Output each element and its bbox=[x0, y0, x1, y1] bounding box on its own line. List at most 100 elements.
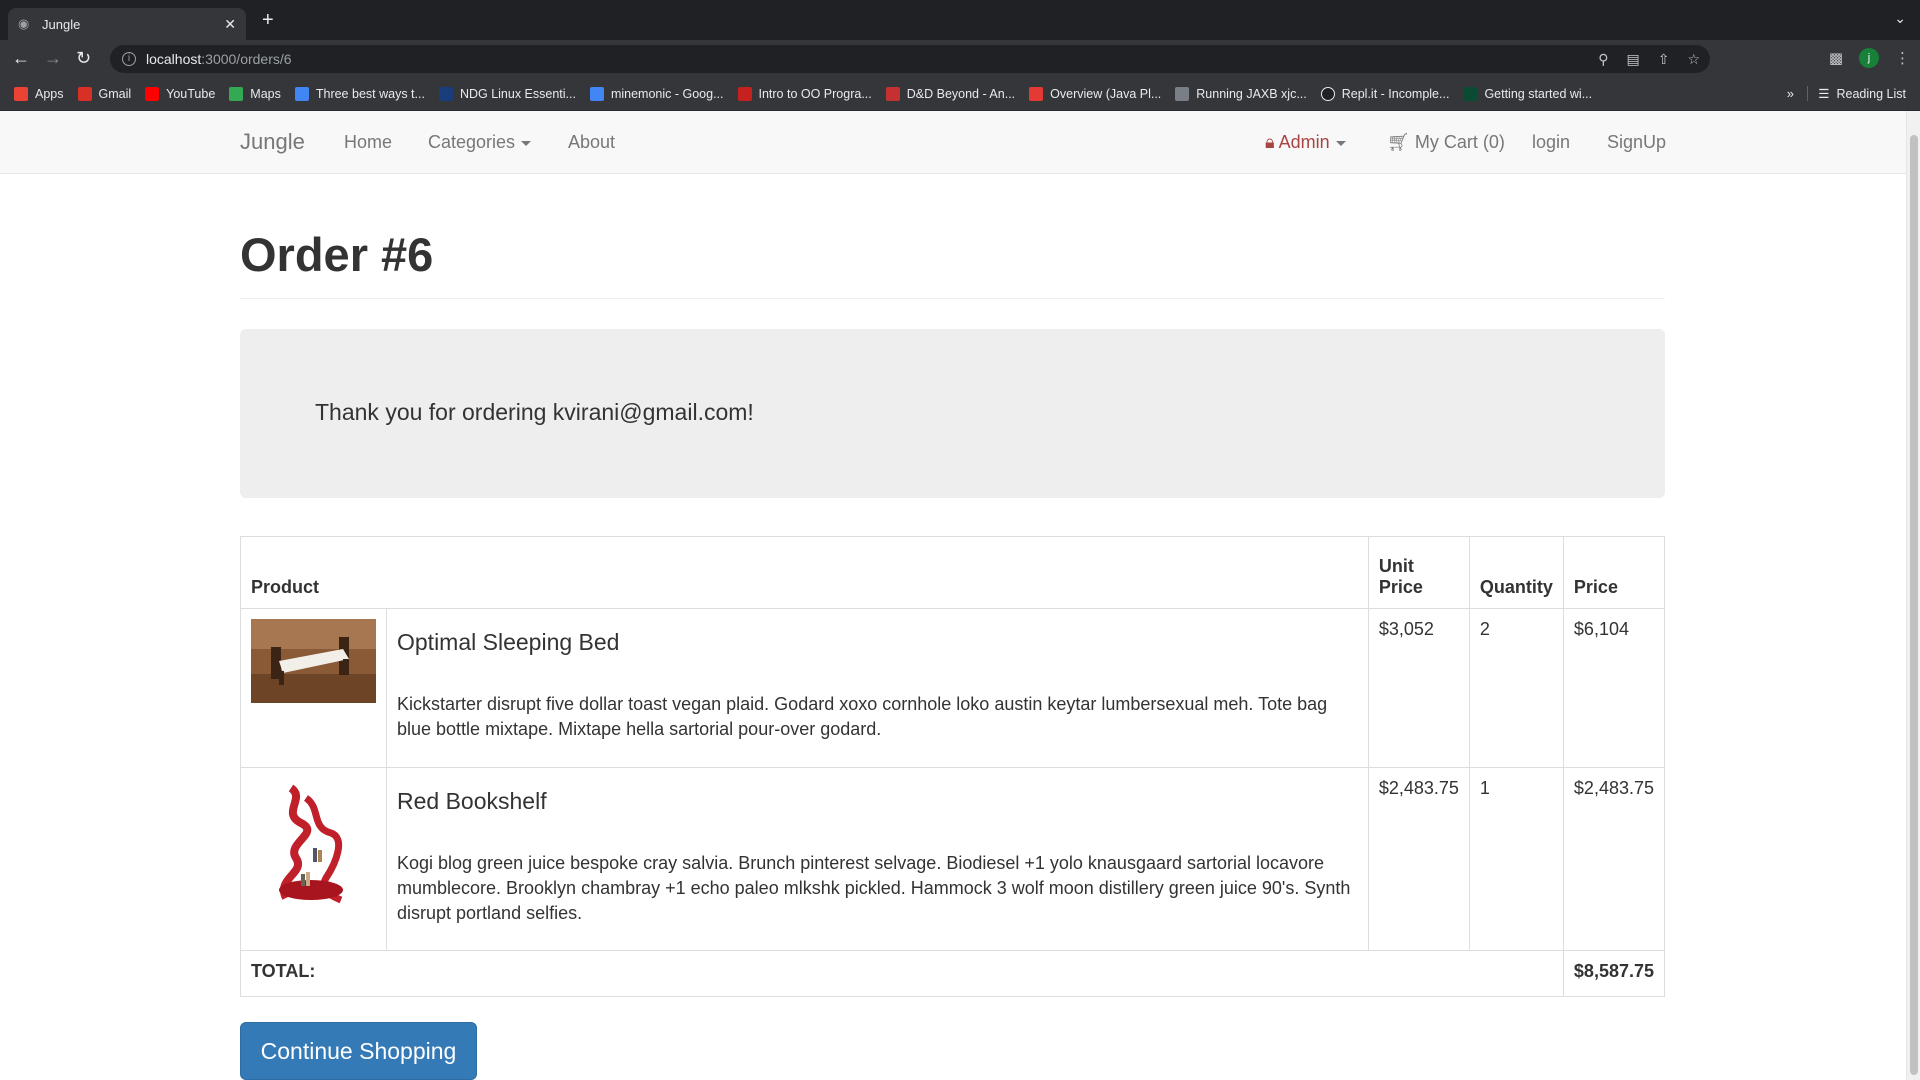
nav-categories-dropdown[interactable]: Categories bbox=[428, 132, 532, 153]
profile-avatar[interactable]: j bbox=[1859, 48, 1879, 68]
bookmark-label: D&D Beyond - An... bbox=[906, 87, 1016, 101]
header-unit-price: Unit Price bbox=[1367, 536, 1470, 609]
bookmark-item[interactable]: minemonic - Goog... bbox=[589, 87, 724, 101]
quantity-cell: 1 bbox=[1468, 767, 1564, 951]
bookmark-item[interactable]: YouTube bbox=[145, 87, 215, 101]
bookmark-label: Intro to OO Progra... bbox=[758, 87, 872, 101]
continue-shopping-button[interactable]: Continue Shopping bbox=[240, 1022, 477, 1080]
globe-icon: ◉ bbox=[18, 16, 30, 31]
docs-icon bbox=[294, 87, 309, 101]
back-arrow-icon[interactable]: ← bbox=[12, 48, 30, 68]
nav-about-link[interactable]: About bbox=[568, 132, 615, 153]
forward-arrow-icon[interactable]: → bbox=[44, 48, 62, 68]
kebab-menu-icon[interactable]: ⋮ bbox=[1895, 49, 1910, 67]
bookmark-label: Three best ways t... bbox=[315, 87, 425, 101]
nav-home-link[interactable]: Home bbox=[344, 132, 392, 153]
admin-label: Admin bbox=[1278, 132, 1330, 152]
product-details-cell: Optimal Sleeping Bed Kickstarter disrupt… bbox=[386, 608, 1369, 768]
reading-list-label: Reading List bbox=[1836, 86, 1907, 101]
browser-toolbar: ← → ↻ i localhost:3000/orders/6 ⚲ ▤ ⇧ ☆ … bbox=[0, 40, 1920, 78]
header-price: Price bbox=[1562, 536, 1666, 609]
bookmark-label: Running JAXB xjc... bbox=[1196, 87, 1307, 101]
bookmark-label: NDG Linux Essenti... bbox=[459, 87, 576, 101]
bookmark-label: YouTube bbox=[166, 87, 216, 101]
bookmark-item[interactable]: Intro to OO Progra... bbox=[737, 87, 872, 101]
bookmark-item[interactable]: Gmail bbox=[77, 87, 131, 101]
site-info-icon[interactable]: i bbox=[122, 52, 136, 66]
nav-signup-link[interactable]: SignUp bbox=[1607, 132, 1666, 153]
order-table: Product Unit Price Quantity Price Optima… bbox=[240, 536, 1666, 997]
docs-icon bbox=[589, 87, 604, 101]
page-content: Jungle Home Categories About 🔒︎ Admin 🛒︎… bbox=[0, 111, 1906, 1080]
more-bookmarks-icon[interactable]: » bbox=[1787, 86, 1794, 101]
share-icon[interactable]: ⇧ bbox=[1658, 51, 1670, 68]
unit-price-cell: $3,052 bbox=[1367, 608, 1470, 768]
replit-icon bbox=[1320, 87, 1335, 101]
address-bar[interactable]: i localhost:3000/orders/6 ⚲ ▤ ⇧ ☆ bbox=[110, 45, 1710, 73]
bookmark-item[interactable]: Apps bbox=[14, 87, 64, 101]
unit-price-cell: $2,483.75 bbox=[1367, 767, 1470, 951]
nav-admin-dropdown[interactable]: 🔒︎ Admin bbox=[1265, 132, 1346, 153]
chevron-down-icon[interactable]: ⌄ bbox=[1894, 10, 1906, 27]
price-cell: $6,104 bbox=[1562, 608, 1666, 768]
django-icon bbox=[1463, 87, 1478, 101]
lock-icon: 🔒︎ bbox=[1265, 132, 1275, 152]
brand-link[interactable]: Jungle bbox=[240, 129, 305, 155]
bookmark-label: Maps bbox=[250, 87, 281, 101]
scrollbar-thumb[interactable] bbox=[1910, 135, 1918, 1075]
url-path: :3000/orders/6 bbox=[201, 51, 292, 67]
bookmark-item[interactable]: Getting started wi... bbox=[1463, 87, 1592, 101]
page-header: Order #6 bbox=[240, 227, 1665, 299]
bookshelf-photo bbox=[251, 778, 376, 908]
product-name: Optimal Sleeping Bed bbox=[397, 629, 620, 655]
page-scrollbar[interactable] bbox=[1906, 111, 1920, 1080]
new-tab-icon[interactable]: + bbox=[262, 10, 274, 30]
price-cell: $2,483.75 bbox=[1562, 767, 1666, 951]
bookmark-item[interactable]: Three best ways t... bbox=[294, 87, 425, 101]
youtube-icon bbox=[145, 87, 160, 101]
extension-area: ▩ j ⋮ bbox=[1829, 48, 1910, 68]
quantity-cell: 2 bbox=[1468, 608, 1564, 768]
bookmark-item[interactable]: Maps bbox=[229, 87, 281, 101]
product-details-cell: Red Bookshelf Kogi blog green juice besp… bbox=[386, 767, 1369, 951]
bookmark-item[interactable]: Repl.it - Incomple... bbox=[1320, 87, 1450, 101]
total-row: TOTAL: $8,587.75 bbox=[240, 950, 1666, 997]
close-tab-icon[interactable]: ✕ bbox=[224, 16, 236, 33]
bookmark-item[interactable]: D&D Beyond - An... bbox=[885, 87, 1016, 101]
header-quantity: Quantity bbox=[1468, 536, 1564, 609]
total-value: $8,587.75 bbox=[1562, 950, 1666, 997]
star-icon[interactable]: ☆ bbox=[1687, 51, 1700, 68]
caret-down-icon bbox=[521, 140, 532, 146]
bookmark-item[interactable]: NDG Linux Essenti... bbox=[438, 87, 576, 101]
browser-tab[interactable]: ◉ Jungle ✕ bbox=[8, 8, 246, 40]
reading-list-icon: ☰ bbox=[1818, 87, 1830, 101]
zoom-icon[interactable]: ⚲ bbox=[1598, 51, 1608, 68]
caret-down-icon bbox=[1335, 140, 1346, 146]
nav-login-link[interactable]: login bbox=[1532, 132, 1570, 153]
extensions-puzzle-icon[interactable]: ▩ bbox=[1829, 49, 1843, 67]
gmail-icon bbox=[77, 87, 92, 101]
bookmark-label: Apps bbox=[35, 87, 64, 101]
reload-icon[interactable]: ↻ bbox=[76, 48, 91, 68]
maps-icon bbox=[229, 87, 244, 101]
browser-tab-strip: ◉ Jungle ✕ + ⌄ bbox=[0, 0, 1920, 40]
omnibox-actions: ⚲ ▤ ⇧ ☆ bbox=[1598, 51, 1700, 68]
nav-cart-link[interactable]: 🛒︎ My Cart (0) bbox=[1387, 132, 1505, 153]
url-host: localhost bbox=[146, 51, 202, 67]
table-row: Red Bookshelf Kogi blog green juice besp… bbox=[240, 767, 1666, 951]
categories-label: Categories bbox=[428, 132, 516, 152]
product-name: Red Bookshelf bbox=[397, 788, 547, 814]
thank-you-message: Thank you for ordering kvirani@gmail.com… bbox=[315, 399, 754, 425]
bookmark-item[interactable]: Overview (Java Pl... bbox=[1029, 87, 1161, 101]
table-row: Optimal Sleeping Bed Kickstarter disrupt… bbox=[240, 608, 1666, 768]
bookmark-item[interactable]: Running JAXB xjc... bbox=[1175, 87, 1307, 101]
card-icon[interactable]: ▤ bbox=[1626, 51, 1639, 68]
bookmark-label: Repl.it - Incomple... bbox=[1341, 87, 1450, 101]
course-icon bbox=[737, 87, 752, 101]
reading-list-button[interactable]: ☰ Reading List bbox=[1807, 86, 1906, 101]
thank-you-panel: Thank you for ordering kvirani@gmail.com… bbox=[240, 329, 1665, 498]
product-description: Kickstarter disrupt five dollar toast ve… bbox=[397, 694, 1328, 739]
bookmarks-bar: Apps Gmail YouTube Maps Three best ways t...… bbox=[0, 78, 1920, 111]
bookmark-label: minemonic - Goog... bbox=[610, 87, 724, 101]
ndg-icon bbox=[438, 87, 453, 101]
